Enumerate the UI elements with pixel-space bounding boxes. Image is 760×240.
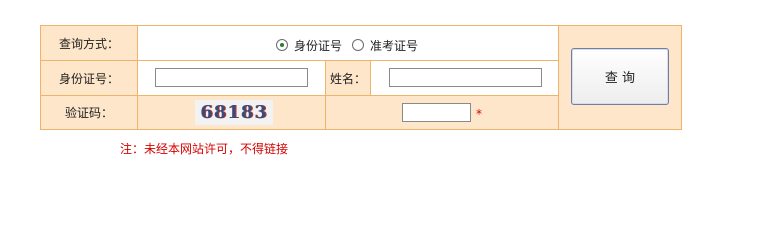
name-label: 姓名： bbox=[329, 71, 366, 86]
required-mark: * bbox=[476, 107, 482, 121]
radio-unchecked-icon[interactable] bbox=[352, 39, 365, 51]
captcha-input[interactable] bbox=[402, 103, 471, 122]
captcha-code: 68183 bbox=[200, 102, 268, 123]
id-label: 身份证号： bbox=[58, 71, 119, 86]
radio-id-number-label: 身份证号 bbox=[294, 38, 343, 53]
notice-text: 注：未经本网站许可，不得链接 bbox=[120, 142, 289, 156]
method-radio-group: 身份证号 准考证号 bbox=[276, 37, 428, 53]
radio-id-number[interactable]: 身份证号 bbox=[276, 37, 342, 54]
radio-checked-icon[interactable] bbox=[276, 39, 288, 51]
captcha-label: 验证码： bbox=[64, 106, 113, 120]
radio-exam-number[interactable]: 准考证号 bbox=[352, 37, 418, 54]
method-label: 查询方式： bbox=[58, 36, 119, 51]
radio-exam-number-label: 准考证号 bbox=[370, 38, 419, 53]
id-number-input[interactable] bbox=[155, 68, 308, 87]
query-button[interactable]: 查 询 bbox=[571, 48, 669, 105]
name-input[interactable] bbox=[389, 68, 542, 87]
captcha-image[interactable]: 68183 bbox=[195, 100, 273, 125]
query-button-label: 查 询 bbox=[604, 71, 636, 86]
